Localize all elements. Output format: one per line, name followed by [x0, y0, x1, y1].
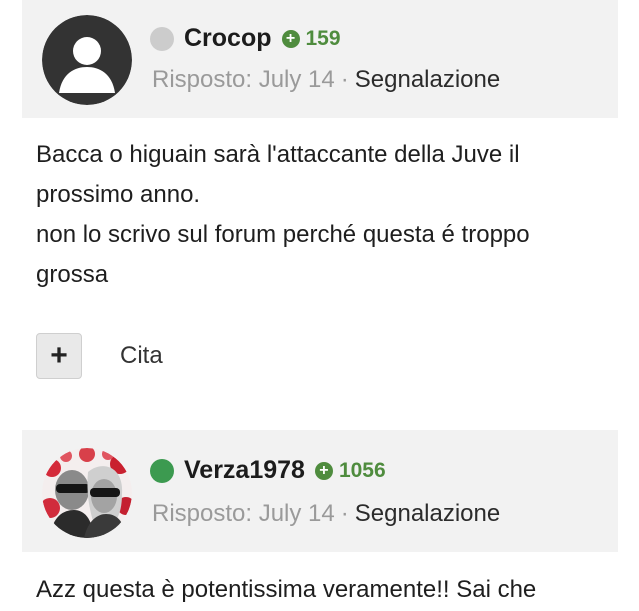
- author-row: Crocop + 159: [150, 24, 341, 53]
- report-link[interactable]: Segnalazione: [355, 500, 500, 527]
- username[interactable]: Verza1978: [184, 456, 305, 485]
- reputation-count: 1056: [338, 458, 386, 482]
- meta-separator: ·: [340, 500, 349, 527]
- like-plus-button[interactable]: +: [36, 333, 82, 379]
- plus-icon: +: [50, 339, 68, 372]
- plus-circle-icon: +: [314, 461, 333, 480]
- plus-circle-icon: +: [281, 29, 300, 48]
- report-link[interactable]: Segnalazione: [355, 66, 500, 93]
- post-text-line: non lo scrivo sul forum perché questa é …: [36, 221, 530, 248]
- reputation-count: 159: [305, 26, 341, 50]
- post-header: Crocop + 159 Risposto: July 14 · Segnalazi…: [22, 0, 618, 118]
- post-body: Bacca o higuain sarà l'attaccante della …: [36, 135, 606, 295]
- post-text-line: Bacca o higuain sarà l'attaccante della …: [36, 141, 520, 168]
- username[interactable]: Crocop: [184, 24, 272, 53]
- avatar[interactable]: [42, 15, 132, 105]
- online-status-dot: [150, 458, 174, 483]
- reputation: + 1056: [314, 458, 386, 483]
- quote-button[interactable]: Cita: [120, 342, 163, 370]
- replied-date: Risposto: July 14: [152, 500, 335, 527]
- replied-date: Risposto: July 14: [152, 66, 335, 93]
- post-header: Verza1978 + 1056: [22, 430, 618, 552]
- post-actions: + Cita: [36, 333, 163, 379]
- post-meta: Risposto: July 14 · Segnalazione: [152, 66, 500, 94]
- post-text-line: prossimo anno.: [36, 181, 201, 208]
- offline-status-dot: [150, 26, 174, 51]
- post-text-line: Azz questa è potentissima veramente!! Sa…: [36, 576, 537, 603]
- author-row: Verza1978 + 1056: [150, 456, 386, 485]
- reputation: + 159: [281, 26, 341, 51]
- default-person-icon: [42, 15, 132, 105]
- photo-avatar: [42, 448, 132, 538]
- post-text-line: grossa: [36, 261, 109, 288]
- post-meta: Risposto: July 14 · Segnalazione: [152, 500, 500, 528]
- avatar[interactable]: [42, 448, 132, 538]
- meta-separator: ·: [340, 66, 349, 93]
- post-body: Azz questa è potentissima veramente!! Sa…: [36, 570, 606, 610]
